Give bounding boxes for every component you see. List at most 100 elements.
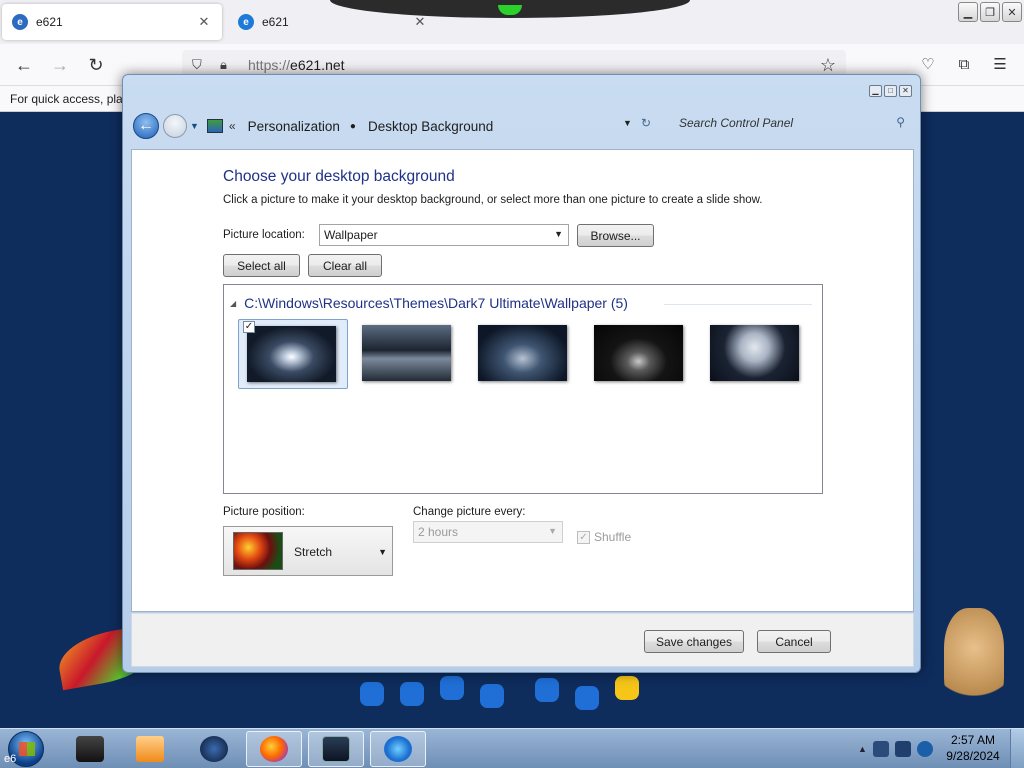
change-picture-label: Change picture every: — [413, 506, 526, 518]
restore-button[interactable]: ❐ — [980, 2, 1000, 22]
shuffle-check-icon: ✓ — [577, 530, 590, 544]
bookmark-star-icon[interactable]: ☆ — [820, 55, 836, 76]
cp-address-bar: ← ▼ « Personalization ● Desktop Backgrou… — [133, 103, 915, 149]
tab-title: e621 — [262, 15, 289, 29]
select-all-button[interactable]: Select all — [223, 254, 300, 277]
system-tray: ▲ — [858, 733, 938, 765]
taskbar-item-control-panel[interactable] — [308, 731, 364, 767]
cp-close-button[interactable]: ✕ — [899, 85, 912, 97]
change-interval-dropdown[interactable]: 2 hours ▼ — [413, 521, 563, 543]
windows-logo-icon — [19, 742, 35, 756]
history-dropdown-icon[interactable]: ▼ — [190, 121, 199, 131]
group-divider — [664, 304, 812, 305]
close-tab-icon[interactable]: ✕ — [196, 14, 212, 30]
breadcrumb-overflow-icon[interactable]: « — [229, 119, 236, 133]
clock-date: 9/28/2024 — [946, 749, 1000, 763]
browser-tab-inactive[interactable]: e e621 ✕ — [228, 4, 438, 40]
hamster-desktop-pet[interactable] — [944, 608, 1004, 708]
firefox-icon — [260, 736, 288, 762]
wallpaper-group-header[interactable]: ◢ C:\Windows\Resources\Themes\Dark7 Ulti… — [230, 295, 628, 311]
device-tray-icon[interactable] — [872, 741, 889, 757]
pocket-icon[interactable]: ♡ — [916, 54, 940, 76]
search-icon[interactable]: ⚲ — [896, 115, 905, 129]
picture-position-dropdown[interactable]: Stretch ▼ — [223, 526, 393, 576]
taskbar-item-globe[interactable] — [186, 731, 242, 767]
taskbar-item-firefox[interactable] — [246, 731, 302, 767]
url-host: e621.net — [290, 57, 345, 73]
black-box-app-icon — [76, 736, 104, 762]
clock-time: 2:57 AM — [950, 733, 996, 747]
control-panel-icon — [206, 119, 223, 133]
monitor-icon — [322, 736, 350, 762]
picture-location-label: Picture location: — [223, 229, 305, 241]
page-title: Choose your desktop background — [223, 168, 455, 185]
cp-maximize-button[interactable]: □ — [884, 85, 897, 97]
reload-icon[interactable]: ↻ — [84, 54, 108, 76]
breadcrumb-personalization[interactable]: Personalization — [248, 119, 340, 134]
search-placeholder: Search Control Panel — [679, 116, 794, 130]
save-changes-button[interactable]: Save changes — [644, 630, 744, 653]
taskbar-item-ie[interactable] — [370, 731, 426, 767]
cp-back-button[interactable]: ← — [133, 113, 159, 139]
back-arrow-icon[interactable]: ← — [12, 54, 36, 76]
shield-icon[interactable]: ⛉ — [192, 57, 210, 73]
cp-footer: Save changes Cancel — [131, 613, 914, 667]
wallpaper-thumbnail[interactable] — [702, 319, 812, 389]
forward-arrow-icon[interactable]: → — [48, 54, 72, 76]
picture-position-label: Picture position: — [223, 506, 305, 518]
chevron-down-icon: ▼ — [378, 547, 387, 557]
browser-tab-active[interactable]: e e621 ✕ — [2, 4, 222, 40]
picture-list: ◢ C:\Windows\Resources\Themes\Dark7 Ulti… — [223, 284, 823, 494]
thumbnail-checkbox[interactable]: ✓ — [243, 321, 255, 333]
taskbar: e6 ▲ 2:57 AM 9/28/2024 — [0, 728, 1024, 768]
wallpaper-thumbnail[interactable] — [354, 319, 464, 389]
cp-minimize-button[interactable]: ▁ — [869, 85, 882, 97]
wallpaper-thumbnail[interactable] — [470, 319, 580, 389]
menu-icon[interactable]: ☰ — [988, 54, 1012, 76]
tab-title: e621 — [36, 15, 63, 29]
control-panel-window: ▁ □ ✕ ← ▼ « Personalization ● Desktop Ba… — [122, 74, 921, 673]
shuffle-label: Shuffle — [594, 530, 632, 544]
browser-window-controls: ▁ ❐ ✕ — [958, 2, 1022, 22]
close-tab-icon[interactable]: ✕ — [412, 14, 428, 30]
breadcrumb-desktop-background[interactable]: Desktop Background — [368, 119, 493, 134]
wallpaper-thumbnail[interactable] — [586, 319, 696, 389]
minimize-button[interactable]: ▁ — [958, 2, 978, 22]
address-dropdown-icon[interactable]: ▼ — [623, 118, 632, 128]
clear-all-button[interactable]: Clear all — [308, 254, 382, 277]
wallpaper-thumbnail[interactable]: ✓ — [238, 319, 348, 389]
show-desktop-button[interactable] — [1010, 729, 1024, 768]
globe-icon — [200, 736, 228, 762]
internet-explorer-icon — [384, 736, 412, 762]
close-window-button[interactable]: ✕ — [1002, 2, 1022, 22]
url-scheme: https:// — [248, 57, 291, 73]
cp-forward-button[interactable] — [163, 114, 187, 138]
search-control-panel-input[interactable]: Search Control Panel ⚲ — [663, 113, 913, 135]
picture-position-value: Stretch — [294, 545, 333, 559]
browser-tab-strip: e e621 ✕ e e621 ✕ ▁ ❐ ✕ — [0, 0, 1024, 44]
wallpaper-3-image — [478, 325, 567, 381]
ie-favicon-icon: e — [238, 14, 254, 30]
cancel-button[interactable]: Cancel — [757, 630, 831, 653]
shuffle-checkbox[interactable]: ✓ Shuffle — [577, 530, 631, 544]
browse-button[interactable]: Browse... — [577, 224, 654, 247]
lock-icon[interactable]: 🔒︎ — [220, 57, 238, 73]
display-tray-icon[interactable] — [894, 741, 911, 757]
network-tray-icon[interactable] — [916, 741, 933, 757]
collapse-triangle-icon[interactable]: ◢ — [230, 299, 236, 308]
breadcrumb-separator[interactable]: ● — [350, 121, 356, 132]
refresh-icon[interactable]: ↻ — [641, 116, 651, 130]
wallpaper-5-image — [710, 325, 799, 381]
picture-location-value: Wallpaper — [324, 228, 378, 242]
tray-expand-icon[interactable]: ▲ — [858, 744, 867, 754]
wallpaper-1-image — [247, 326, 336, 382]
chevron-down-icon: ▼ — [548, 526, 557, 536]
wallpaper-4-image — [594, 325, 683, 381]
taskbar-item-media-player[interactable] — [122, 731, 178, 767]
taskbar-item-app[interactable] — [62, 731, 118, 767]
taskbar-clock[interactable]: 2:57 AM 9/28/2024 — [938, 732, 1008, 764]
extensions-icon[interactable]: ⧉ — [952, 54, 976, 76]
picture-location-dropdown[interactable]: Wallpaper ▼ — [319, 224, 569, 246]
cp-window-controls: ▁ □ ✕ — [869, 85, 912, 97]
group-title: C:\Windows\Resources\Themes\Dark7 Ultima… — [244, 295, 628, 311]
